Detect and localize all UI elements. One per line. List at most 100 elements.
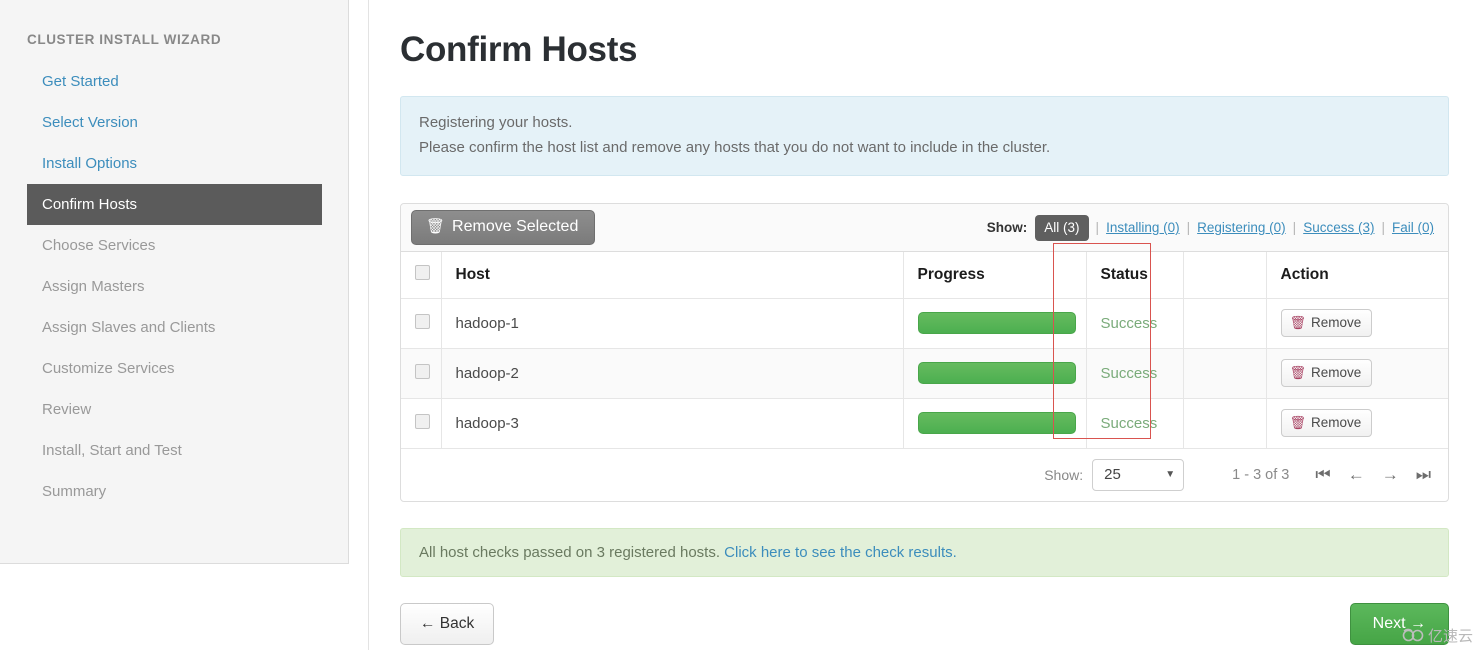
sidebar-item-summary[interactable]: Summary [0,471,348,512]
spacer-cell [1183,398,1266,448]
status-cell: Success [1086,348,1183,398]
column-action: Action [1266,252,1448,298]
column-select-all [401,252,441,298]
filter-separator: | [1089,220,1107,235]
info-alert-line-1: Registering your hosts. [419,110,1430,135]
host-name-cell: hadoop-2 [441,348,903,398]
trash-icon: 🗑 [1290,416,1307,430]
success-alert-text: All host checks passed on 3 registered h… [419,544,724,561]
action-cell: 🗑 Remove [1266,348,1448,398]
page-size-value: 25 [1104,466,1121,483]
select-all-checkbox[interactable] [415,265,430,280]
sidebar-item-confirm-hosts[interactable]: Confirm Hosts [27,184,322,225]
hosts-panel: 🗑 Remove Selected Show: All (3)|Installi… [400,203,1449,502]
sidebar-item-get-started[interactable]: Get Started [0,61,348,102]
sidebar-item-customize-services[interactable]: Customize Services [0,348,348,389]
remove-selected-label: Remove Selected [452,219,578,235]
row-checkbox[interactable] [415,314,430,329]
hosts-table-body: hadoop-1Success🗑Removehadoop-2Success🗑Re… [401,298,1448,448]
sidebar-item-review[interactable]: Review [0,389,348,430]
row-select-cell [401,298,441,348]
check-results-link[interactable]: Click here to see the check results. [724,544,957,561]
info-alert-line-2: Please confirm the host list and remove … [419,135,1430,160]
progress-cell [903,348,1086,398]
table-header-row: Host Progress Status Action [401,252,1448,298]
sidebar-item-assign-masters[interactable]: Assign Masters [0,266,348,307]
filter-registering-0[interactable]: Registering (0) [1197,220,1286,235]
progress-bar [918,412,1076,434]
row-checkbox[interactable] [415,414,430,429]
filter-fail-0[interactable]: Fail (0) [1392,220,1434,235]
status-cell: Success [1086,298,1183,348]
table-row: hadoop-3 Success 🗑 Remove [401,398,1448,448]
hosts-table: Host Progress Status Action hadoop-1Succ… [401,252,1448,449]
registering-info-alert: Registering your hosts. Please confirm t… [400,96,1449,176]
host-checks-success-alert: All host checks passed on 3 registered h… [400,528,1449,577]
sidebar-item-select-version[interactable]: Select Version [0,102,348,143]
remove-host-button[interactable]: 🗑 Remove [1281,359,1373,387]
wizard-title: CLUSTER INSTALL WIZARD [0,32,348,61]
action-cell: 🗑 Remove [1266,398,1448,448]
watermark-text: 亿速云 [1428,625,1473,646]
page-title: Confirm Hosts [400,30,1449,70]
trash-icon: 🗑 [1290,316,1307,330]
wizard-sidebar: CLUSTER INSTALL WIZARD Get StartedSelect… [0,0,349,564]
last-page-icon[interactable]: ⏭ [1416,465,1431,485]
progress-bar [918,362,1076,384]
progress-cell [903,298,1086,348]
remove-host-label: Remove [1311,366,1361,380]
sidebar-item-install-options[interactable]: Install Options [0,143,348,184]
first-page-icon[interactable]: ⏮ [1315,465,1330,485]
host-name-cell: hadoop-3 [441,398,903,448]
show-filter-label: Show: [987,220,1028,235]
remove-selected-button[interactable]: 🗑 Remove Selected [411,210,595,245]
action-cell: 🗑 Remove [1266,298,1448,348]
sidebar-item-assign-slaves-and-clients[interactable]: Assign Slaves and Clients [0,307,348,348]
filter-installing-0[interactable]: Installing (0) [1106,220,1180,235]
filter-success-3[interactable]: Success (3) [1303,220,1374,235]
column-progress: Progress [903,252,1086,298]
filter-all-3[interactable]: All (3) [1035,215,1088,241]
chevron-down-icon: ▼ [1165,469,1175,480]
column-status: Status [1086,252,1183,298]
pagination-range: 1 - 3 of 3 [1232,467,1289,483]
table-row: hadoop-1Success🗑Remove [401,298,1448,348]
trash-icon: 🗑 [1290,366,1307,380]
progress-cell [903,398,1086,448]
progress-track [918,362,1086,384]
status-badge: Success [1101,315,1158,332]
filter-separator: | [1286,220,1304,235]
filter-separator: | [1374,220,1392,235]
progress-bar [918,312,1076,334]
remove-host-label: Remove [1311,316,1361,330]
back-button[interactable]: ← Back [400,603,494,645]
next-page-icon[interactable]: → [1382,465,1399,485]
trash-icon: 🗑 [426,219,445,235]
column-host: Host [441,252,903,298]
status-filter-group: Show: All (3)|Installing (0)|Registering… [987,220,1434,235]
status-badge: Success [1101,365,1158,382]
row-checkbox[interactable] [415,364,430,379]
hosts-toolbar: 🗑 Remove Selected Show: All (3)|Installi… [401,204,1448,252]
status-cell: Success [1086,398,1183,448]
wizard-nav-list: Get StartedSelect VersionInstall Options… [0,61,348,512]
page-size-select[interactable]: 25 ▼ [1092,459,1184,491]
row-select-cell [401,348,441,398]
table-pagination: Show: 25 ▼ 1 - 3 of 3 ⏮ ← → ⏭ [401,449,1448,501]
wizard-actions: ← Back Next → [400,603,1449,645]
sidebar-item-choose-services[interactable]: Choose Services [0,225,348,266]
row-select-cell [401,398,441,448]
main-content: Confirm Hosts Registering your hosts. Pl… [368,0,1481,650]
watermark: 亿速云 [1402,625,1473,646]
remove-host-button[interactable]: 🗑 Remove [1281,309,1373,337]
progress-track [918,412,1086,434]
remove-host-button[interactable]: 🗑 Remove [1281,409,1373,437]
pager-controls: ⏮ ← → ⏭ [1315,465,1431,485]
remove-host-label: Remove [1311,416,1361,430]
prev-page-icon[interactable]: ← [1348,465,1365,485]
page-size-label: Show: [1044,467,1083,483]
spacer-cell [1183,298,1266,348]
column-spacer [1183,252,1266,298]
status-badge: Success [1101,415,1158,432]
sidebar-item-install-start-and-test[interactable]: Install, Start and Test [0,430,348,471]
